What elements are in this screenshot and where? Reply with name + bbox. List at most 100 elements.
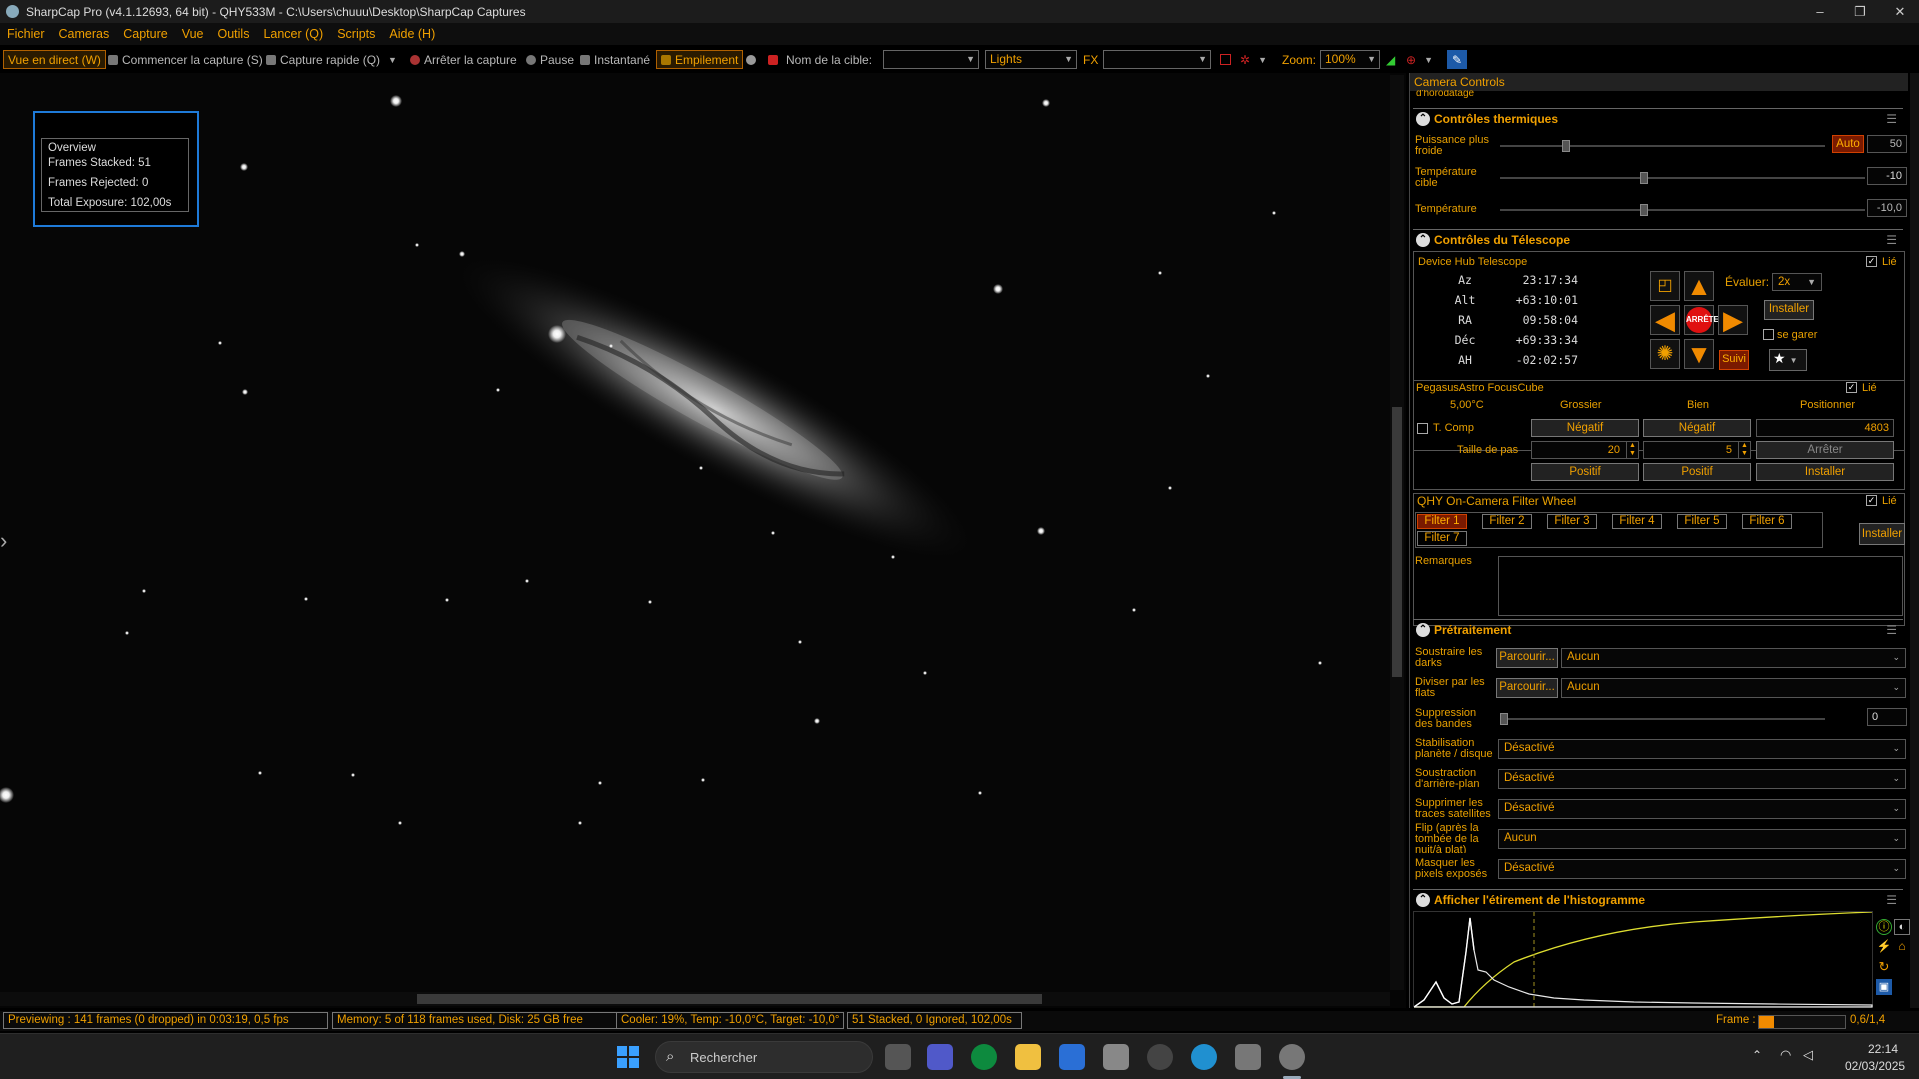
store-icon[interactable] (1059, 1044, 1085, 1070)
background-subtract-select[interactable]: Désactivé ⌄ (1498, 769, 1906, 789)
menu-cameras[interactable]: Cameras (52, 27, 117, 41)
target-temp-slider[interactable] (1500, 172, 1865, 184)
wifi-icon[interactable]: ◠ (1780, 1047, 1791, 1063)
windows-start-icon[interactable] (617, 1046, 639, 1068)
save-icon[interactable]: ▣ (1876, 979, 1892, 995)
focus-assist-button[interactable]: ✲ ▼ (1240, 50, 1267, 69)
chevron-up-icon[interactable]: ⌃ (1752, 1048, 1762, 1062)
telescope-section-header[interactable]: ⌃ Contrôles du Télescope ☰ (1413, 229, 1903, 249)
filterwheel-linked-checkbox[interactable]: ✓ (1866, 495, 1877, 506)
task-view-icon[interactable] (885, 1044, 911, 1070)
arrow-up-icon[interactable]: ▲ (1684, 271, 1714, 301)
menu-icon[interactable]: ☰ (1886, 233, 1897, 247)
pin-button[interactable]: ✎ (1447, 50, 1467, 69)
histogram-section-header[interactable]: ⌃ Afficher l'étirement de l'histogramme … (1413, 889, 1903, 909)
filter-button-4[interactable]: Filter 4 (1612, 514, 1662, 529)
contrast-icon[interactable]: ◐ (1894, 919, 1910, 935)
slider-thumb[interactable] (1562, 140, 1570, 152)
taskbar-search[interactable]: ⌕ Rechercher (655, 1041, 873, 1073)
close-button[interactable]: ✕ (1880, 0, 1919, 23)
pause-button[interactable]: Pause (526, 50, 574, 69)
fine-negative-button[interactable]: Négatif (1643, 419, 1751, 437)
chevron-down-icon[interactable]: ▼ (388, 55, 397, 65)
scroll-thumb[interactable] (417, 994, 1042, 1004)
image-viewer[interactable]: › (0, 73, 1406, 1008)
coarse-negative-button[interactable]: Négatif (1531, 419, 1639, 437)
circle-tool-button[interactable] (746, 50, 760, 69)
stop-capture-button[interactable]: Arrêter la capture (410, 50, 517, 69)
focuser-linked-checkbox[interactable]: ✓ (1846, 382, 1857, 393)
star-picker[interactable]: ★ ▼ (1769, 349, 1807, 371)
sun-icon[interactable]: ✺ (1650, 339, 1680, 369)
menu-launch[interactable]: Lancer (Q) (256, 27, 330, 41)
fine-positive-button[interactable]: Positif (1643, 463, 1751, 481)
sharpcap-icon[interactable] (1279, 1044, 1305, 1070)
focuser-install-button[interactable]: Installer (1756, 463, 1894, 481)
live-view-button[interactable]: Vue en direct (W) (3, 50, 106, 69)
coarse-step-input[interactable]: 20 (1531, 441, 1639, 459)
menu-scripts[interactable]: Scripts (330, 27, 382, 41)
filter-button-5[interactable]: Filter 5 (1677, 514, 1727, 529)
histogram-chart[interactable] (1412, 911, 1873, 1008)
filter-button-2[interactable]: Filter 2 (1482, 514, 1532, 529)
filter-button-7[interactable]: Filter 7 (1417, 531, 1467, 546)
panel-scrollbar[interactable] (1910, 73, 1919, 1008)
reset-icon[interactable]: ↻ (1876, 959, 1892, 975)
telescope-install-button[interactable]: Installer (1764, 300, 1814, 320)
stacking-button[interactable]: Empilement (656, 50, 744, 69)
fine-step-input[interactable]: 5 (1643, 441, 1751, 459)
snapshot-button[interactable]: Instantané (580, 50, 650, 69)
arrow-down-icon[interactable]: ▼ (1684, 339, 1714, 369)
maximize-button[interactable]: ❐ (1840, 0, 1880, 23)
zoom-select[interactable]: 100% ▼ (1320, 50, 1380, 69)
slider-thumb[interactable] (1500, 713, 1508, 725)
tracking-button[interactable]: Suivi (1719, 350, 1749, 370)
clock-time[interactable]: 22:14 (1868, 1042, 1898, 1056)
menu-icon[interactable]: ☰ (1886, 112, 1897, 126)
collapse-left-arrow-icon[interactable]: › (0, 528, 7, 554)
app-icon-1[interactable] (1147, 1044, 1173, 1070)
menu-capture[interactable]: Capture (116, 27, 174, 41)
menu-icon[interactable]: ☰ (1886, 893, 1897, 907)
preprocessing-section-header[interactable]: ⌃ Prétraitement ☰ (1413, 619, 1903, 639)
clock-date[interactable]: 02/03/2025 (1845, 1059, 1905, 1073)
focuser-stop-button[interactable]: Arrêter (1756, 441, 1894, 459)
filter-button-1[interactable]: Filter 1 (1417, 514, 1467, 529)
lightning-icon[interactable]: ⚡ (1876, 939, 1892, 955)
target-name-select[interactable]: ▼ (883, 50, 979, 69)
app-icon-2[interactable] (1235, 1044, 1261, 1070)
rate-select[interactable]: 2x ▼ (1772, 273, 1822, 291)
volume-icon[interactable]: ◁ (1803, 1047, 1813, 1063)
flat-browse-button[interactable]: Parcourir... (1496, 678, 1558, 698)
stop-button[interactable]: ARRÊTE (1684, 305, 1719, 335)
menu-help[interactable]: Aide (H) (382, 27, 442, 41)
tcomp-checkbox[interactable] (1417, 423, 1428, 434)
menu-icon[interactable]: ☰ (1886, 623, 1897, 637)
coarse-positive-button[interactable]: Positif (1531, 463, 1639, 481)
teams-icon[interactable] (927, 1044, 953, 1070)
spinner-icon[interactable]: ▲ ▼ (1626, 442, 1638, 458)
thermal-section-header[interactable]: ⌃ Contrôles thermiques ☰ (1413, 108, 1903, 128)
quick-capture-button[interactable]: Capture rapide (Q) ▼ (266, 50, 397, 69)
focuser-position-value[interactable]: 4803 (1756, 419, 1894, 437)
stabilization-select[interactable]: Désactivé ⌄ (1498, 739, 1906, 759)
info-icon[interactable]: ⓘ (1876, 919, 1892, 935)
histogram-button[interactable]: ◢ (1386, 50, 1395, 69)
satellite-trails-select[interactable]: Désactivé ⌄ (1498, 799, 1906, 819)
mask-pixels-select[interactable]: Désactivé ⌄ (1498, 859, 1906, 879)
arrow-left-icon[interactable]: ◀ (1650, 305, 1680, 335)
menu-tools[interactable]: Outils (211, 27, 257, 41)
start-capture-button[interactable]: Commencer la capture (S) (108, 50, 263, 69)
menu-view[interactable]: Vue (175, 27, 211, 41)
reticle-button[interactable] (1220, 50, 1231, 69)
slider-thumb[interactable] (1640, 172, 1648, 184)
filter-button-6[interactable]: Filter 6 (1742, 514, 1792, 529)
minimize-button[interactable]: – (1800, 0, 1840, 23)
goto-icon[interactable]: ◰ (1650, 271, 1680, 301)
fx-select[interactable]: ▼ (1103, 50, 1211, 69)
flip-select[interactable]: Aucun ⌄ (1498, 829, 1906, 849)
telescope-linked-checkbox[interactable]: ✓ (1866, 256, 1877, 267)
filter-button-3[interactable]: Filter 3 (1547, 514, 1597, 529)
printer-icon[interactable] (1103, 1044, 1129, 1070)
park-checkbox[interactable] (1763, 329, 1774, 340)
